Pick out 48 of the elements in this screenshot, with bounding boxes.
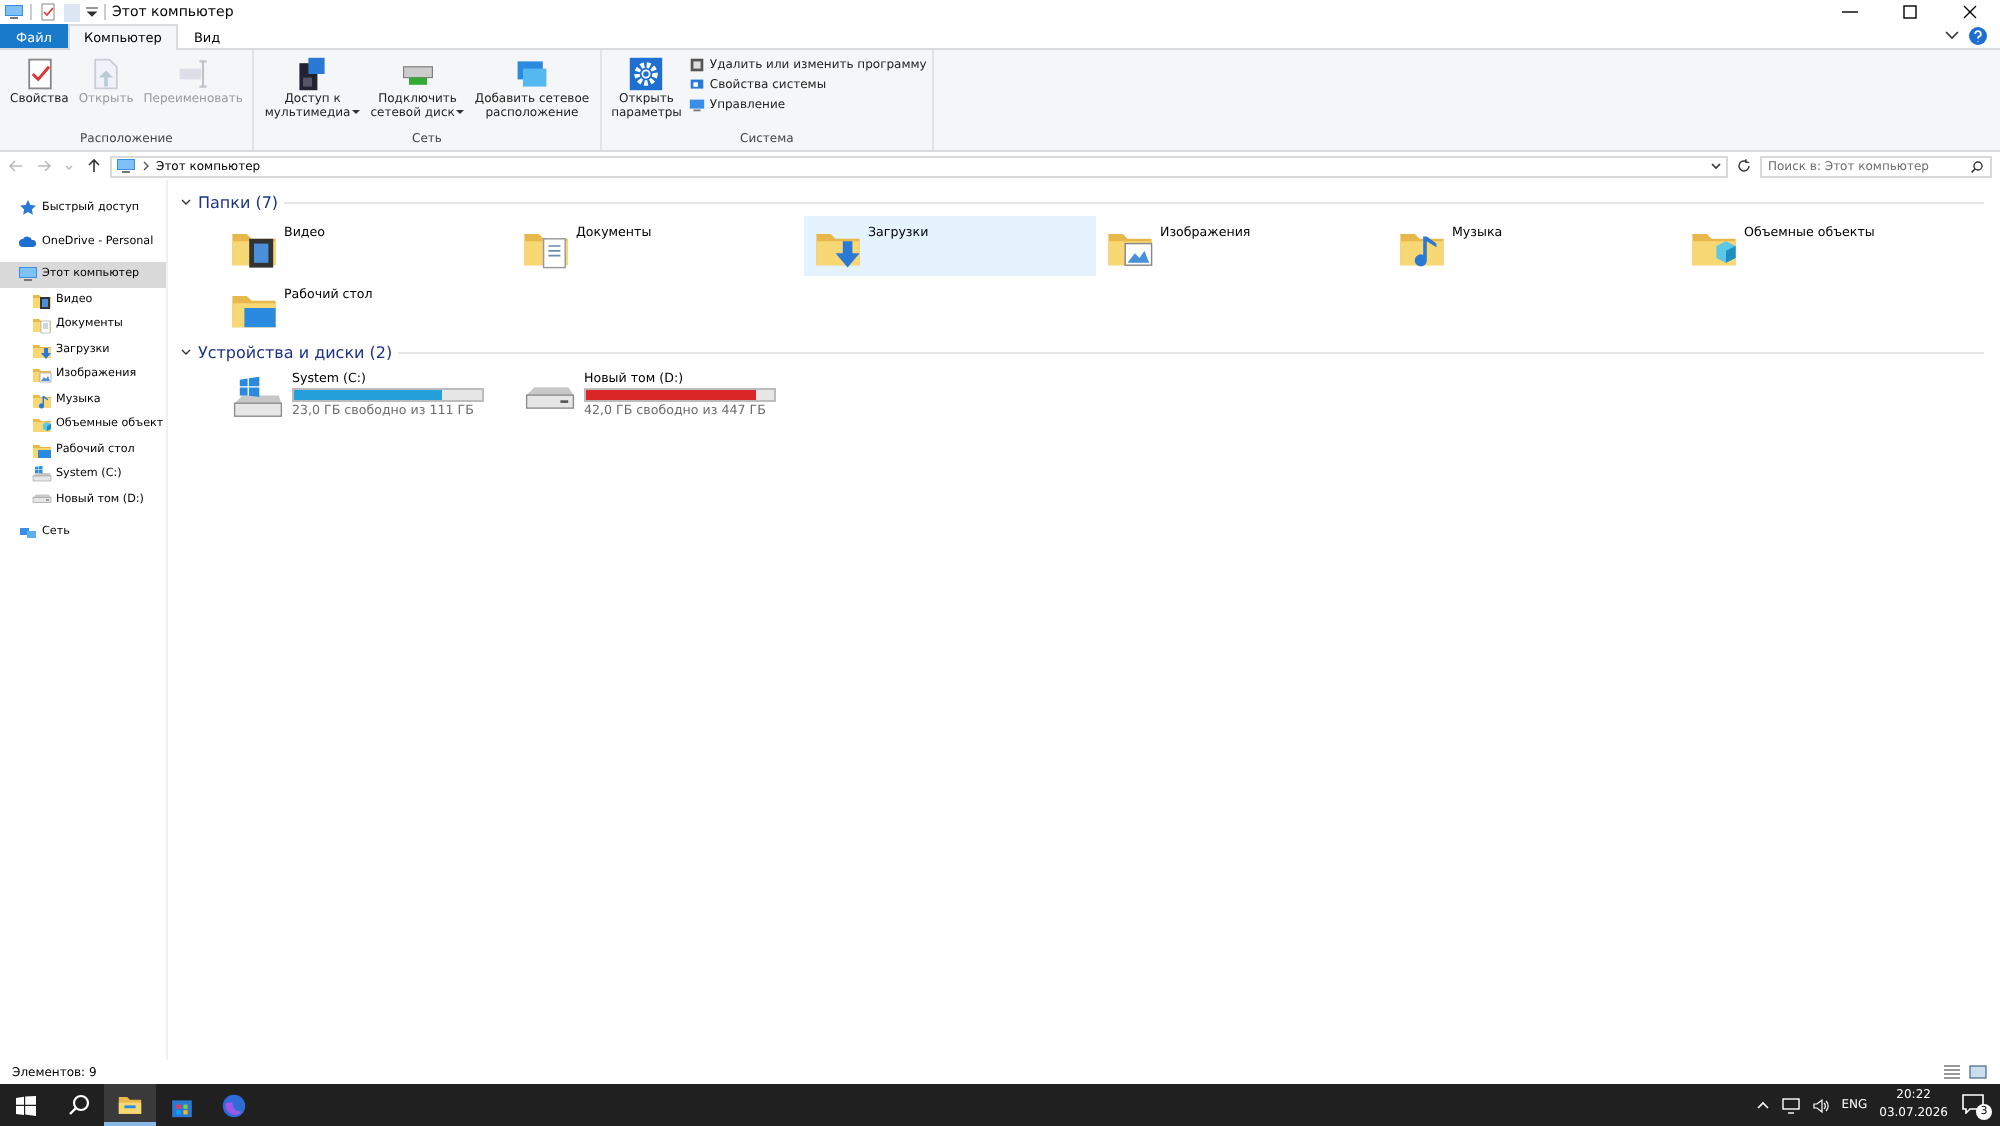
- chevron-icon: [142, 160, 150, 172]
- section-header[interactable]: Папки (7): [198, 193, 279, 211]
- search-icon: [67, 1094, 89, 1116]
- monitor-icon: [687, 96, 706, 114]
- star-icon: [18, 198, 38, 219]
- media-icon: [294, 56, 331, 92]
- downloads-folder-icon: [32, 339, 52, 360]
- dropdown-arrow-icon[interactable]: [456, 110, 465, 115]
- browser-icon: [220, 1091, 248, 1119]
- tray-chevron-icon[interactable]: [1755, 1100, 1770, 1110]
- objects-folder-icon: [32, 414, 52, 435]
- tiles-view-icon[interactable]: [1968, 1064, 1988, 1080]
- drive-icon: [32, 494, 52, 505]
- dropdown-icon[interactable]: [1710, 160, 1722, 172]
- details-view-icon[interactable]: [1942, 1064, 1962, 1080]
- computer-icon: [4, 2, 24, 22]
- music-folder-icon: [32, 389, 52, 410]
- pictures-folder-icon: [32, 364, 52, 385]
- desktop-folder-icon: [32, 439, 52, 460]
- help-icon[interactable]: [1968, 26, 1988, 46]
- rename-icon: [175, 56, 212, 92]
- collapse-ribbon-icon[interactable]: [1944, 28, 1960, 44]
- video-folder-icon: [32, 289, 52, 310]
- collapse-icon[interactable]: [180, 346, 192, 358]
- windows-icon: [16, 1095, 36, 1115]
- network-icon[interactable]: [1781, 1097, 1800, 1113]
- checklist-icon: [38, 2, 58, 22]
- search-icon[interactable]: [1970, 159, 1984, 173]
- up-icon[interactable]: [86, 158, 102, 174]
- notification-icon: [1962, 1093, 1984, 1113]
- refresh-icon[interactable]: [1736, 158, 1752, 174]
- documents-folder-icon: [32, 314, 52, 335]
- settings-icon: [628, 56, 665, 92]
- computer-icon: [18, 264, 38, 285]
- drive-icon: [32, 464, 52, 485]
- taskbar-app[interactable]: [104, 1084, 156, 1126]
- volume-icon[interactable]: [1811, 1097, 1830, 1113]
- computer-icon: [116, 156, 136, 176]
- program-icon: [687, 56, 706, 74]
- dropdown-icon[interactable]: [86, 6, 98, 18]
- system-icon: [687, 76, 706, 94]
- network-location-icon: [513, 56, 550, 92]
- dropdown-arrow-icon[interactable]: [352, 110, 361, 115]
- drive-icon: [524, 385, 576, 411]
- collapse-icon[interactable]: [180, 196, 192, 208]
- cloud-icon: [18, 231, 38, 252]
- network-icon: [18, 522, 38, 543]
- section-header[interactable]: Устройства и диски (2): [198, 343, 393, 361]
